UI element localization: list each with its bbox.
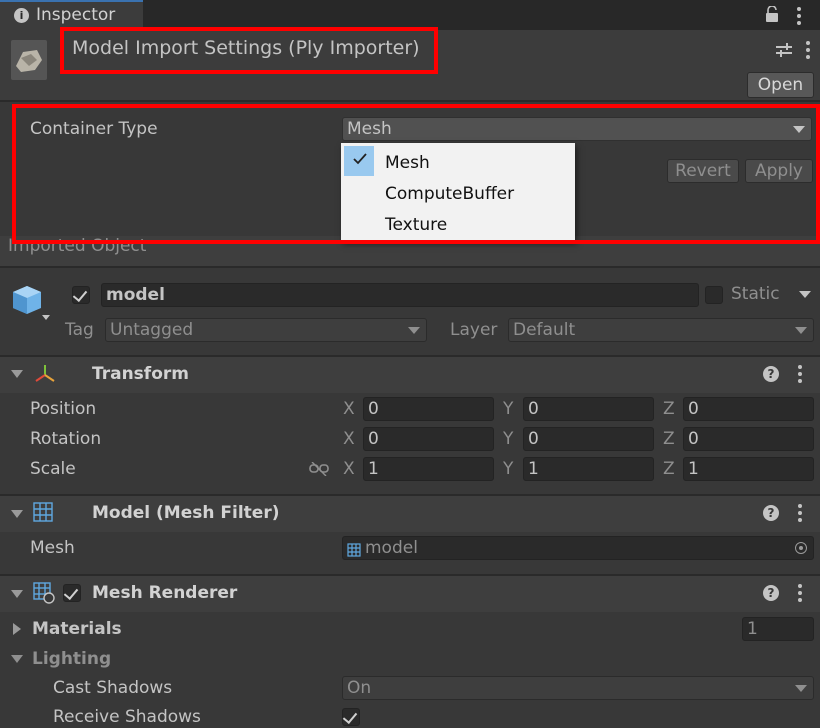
header-menu-icon[interactable] [806, 41, 810, 62]
check-icon [342, 708, 358, 725]
tag-label: Tag [65, 320, 94, 340]
rotation-y-field[interactable]: 0 [523, 427, 654, 451]
help-icon[interactable]: ? [763, 585, 779, 601]
constrain-proportions-icon[interactable] [309, 461, 329, 477]
preset-icon[interactable] [776, 42, 792, 57]
lighting-fold-icon[interactable] [11, 655, 23, 663]
fold-icon[interactable] [11, 590, 23, 598]
header-separator [0, 100, 820, 102]
mesh-label: Mesh [30, 538, 75, 558]
axis-y-label: Y [503, 399, 514, 419]
component-menu-icon[interactable] [798, 365, 802, 386]
axis-x-label: X [343, 399, 355, 419]
check-icon [63, 584, 79, 601]
cast-shadows-value: On [347, 678, 372, 698]
inspector-tab[interactable]: i Inspector [0, 0, 143, 30]
highlight-box-container-type [12, 104, 820, 244]
info-icon: i [14, 8, 29, 23]
mesh-filter-title: Model (Mesh Filter) [92, 503, 280, 523]
scale-y-field[interactable]: 1 [523, 457, 654, 481]
chevron-down-icon [795, 685, 807, 692]
transform-title: Transform [92, 364, 189, 384]
axis-y-label: Y [503, 429, 514, 449]
tag-dropdown[interactable]: Untagged [105, 318, 427, 342]
layer-label: Layer [450, 320, 498, 340]
open-button[interactable]: Open [747, 72, 814, 98]
active-checkbox[interactable] [72, 286, 90, 304]
position-z-field[interactable]: 0 [683, 397, 814, 421]
receive-shadows-checkbox[interactable] [342, 708, 360, 726]
help-icon[interactable]: ? [763, 505, 779, 521]
chevron-down-icon [795, 327, 807, 334]
mesh-object-field[interactable]: model [342, 536, 814, 560]
model-asset-icon [11, 40, 47, 80]
static-dropdown-icon[interactable] [799, 291, 811, 298]
axis-y-label: Y [503, 459, 514, 479]
mesh-renderer-title: Mesh Renderer [92, 583, 238, 603]
axis-x-label: X [343, 459, 355, 479]
imported-separator [0, 266, 820, 268]
mesh-renderer-enabled-checkbox[interactable] [63, 584, 81, 602]
mesh-icon [347, 541, 361, 557]
axis-x-label: X [343, 429, 355, 449]
scale-label: Scale [30, 459, 76, 479]
check-icon [72, 286, 88, 303]
cast-shadows-dropdown[interactable]: On [342, 676, 814, 700]
mesh-renderer-icon [33, 582, 55, 604]
tag-value: Untagged [110, 320, 194, 340]
tab-title: Inspector [36, 5, 116, 25]
lighting-label[interactable]: Lighting [32, 649, 111, 669]
layer-value: Default [513, 320, 576, 340]
scale-z-field[interactable]: 1 [683, 457, 814, 481]
transform-icon [33, 363, 57, 385]
fold-icon[interactable] [11, 370, 23, 378]
component-menu-icon[interactable] [798, 584, 802, 605]
static-checkbox[interactable] [705, 286, 723, 304]
layer-dropdown[interactable]: Default [508, 318, 814, 342]
tab-menu-icon[interactable] [797, 7, 801, 28]
axis-z-label: Z [663, 459, 675, 479]
rotation-label: Rotation [30, 429, 102, 449]
position-label: Position [30, 399, 97, 419]
object-name-field[interactable]: model [101, 283, 699, 307]
materials-fold-icon[interactable] [13, 623, 21, 635]
rotation-x-field[interactable]: 0 [363, 427, 494, 451]
component-menu-icon[interactable] [798, 504, 802, 525]
chevron-down-icon [408, 327, 420, 334]
position-y-field[interactable]: 0 [523, 397, 654, 421]
rotation-z-field[interactable]: 0 [683, 427, 814, 451]
object-picker-icon[interactable] [795, 542, 807, 554]
fold-icon[interactable] [11, 510, 23, 518]
help-icon[interactable]: ? [763, 366, 779, 382]
scale-x-field[interactable]: 1 [363, 457, 494, 481]
materials-label[interactable]: Materials [32, 619, 122, 639]
axis-z-label: Z [663, 399, 675, 419]
gameobject-icon [11, 284, 51, 324]
mesh-filter-icon [33, 502, 53, 522]
materials-count-field[interactable]: 1 [742, 617, 814, 641]
position-x-field[interactable]: 0 [363, 397, 494, 421]
lock-icon[interactable] [766, 5, 778, 22]
axis-z-label: Z [663, 429, 675, 449]
receive-shadows-label: Receive Shadows [53, 707, 201, 727]
mesh-value: model [365, 538, 418, 558]
static-label: Static [731, 284, 780, 304]
cast-shadows-label: Cast Shadows [53, 678, 173, 698]
highlight-box-title [60, 27, 438, 74]
